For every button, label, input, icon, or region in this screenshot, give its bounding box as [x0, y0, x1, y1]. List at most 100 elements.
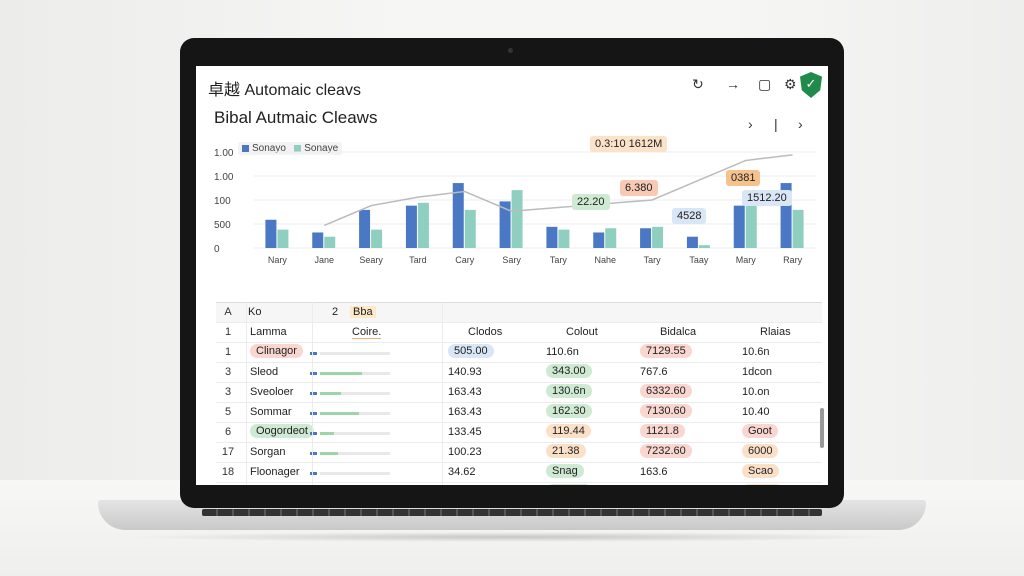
- bar-1: [546, 226, 558, 248]
- bar-chart: 1.00 1.00 100 500 0 Nary Jane Seary Tard Cary Sary…: [214, 148, 816, 265]
- row-name-cell[interactable]: Clinagor: [250, 344, 303, 358]
- laptop-shadow: [120, 532, 904, 542]
- header-cell[interactable]: A: [216, 306, 240, 318]
- bar-1: [686, 236, 698, 248]
- row-name-cell[interactable]: Sleod: [250, 366, 278, 378]
- value-cell[interactable]: 119.44: [546, 424, 591, 438]
- value-cell[interactable]: Goot: [742, 424, 778, 438]
- value-cell[interactable]: 505.00: [448, 344, 494, 358]
- value-cell[interactable]: 6000: [742, 444, 779, 458]
- x-tick-label: Cary: [455, 255, 475, 265]
- row-number: 3: [224, 366, 232, 378]
- header-cell[interactable]: Bba: [350, 306, 376, 318]
- row-name-cell[interactable]: Floonager: [250, 466, 300, 478]
- col-header[interactable]: Coire.: [352, 326, 382, 339]
- header-cell[interactable]: 2: [332, 306, 338, 318]
- value-cell[interactable]: 1dcon: [742, 366, 772, 378]
- scrollbar[interactable]: [820, 408, 824, 448]
- arrow-right-icon[interactable]: →: [726, 76, 740, 92]
- value-cell[interactable]: 163.43: [448, 386, 482, 398]
- bar-2: [605, 228, 617, 248]
- shield-check-icon[interactable]: ✓: [800, 72, 822, 98]
- table-row[interactable]: 1 Clinagor 505.00 110.6n 7129.55 10.6n: [216, 343, 822, 363]
- bar-1: [405, 205, 417, 248]
- chart-area: Sonayo Sonaye 1.00 1.00 100 500 0 Nary Jane Sea…: [196, 136, 828, 268]
- value-cell[interactable]: 10.6n: [742, 346, 770, 358]
- col-header[interactable]: 1: [216, 326, 240, 338]
- col-header[interactable]: Colout: [566, 326, 598, 338]
- chevron-right-icon[interactable]: ›: [748, 116, 753, 132]
- col-divider: [312, 302, 313, 485]
- value-cell[interactable]: 110.6n: [546, 346, 579, 358]
- value-cell[interactable]: 343.00: [546, 364, 592, 378]
- value-cell[interactable]: 130.6n: [546, 384, 592, 398]
- value-cell[interactable]: 163.6: [640, 466, 668, 478]
- bar-1: [733, 205, 745, 248]
- row-name-cell[interactable]: Sommar: [250, 406, 292, 418]
- value-cell[interactable]: 6332.60: [640, 384, 692, 398]
- progress-track: [320, 412, 390, 415]
- value-cell[interactable]: 7130.60: [640, 404, 692, 418]
- copy-icon[interactable]: ▢: [758, 76, 771, 93]
- x-tick-label: Mary: [736, 255, 756, 265]
- bar-2: [464, 209, 476, 248]
- progress-fill: [320, 392, 341, 395]
- col-header[interactable]: Rlaias: [760, 326, 791, 338]
- value-cell[interactable]: 100.23: [448, 446, 482, 458]
- value-cell[interactable]: Scao: [742, 464, 780, 478]
- value-cell[interactable]: 7232.60: [640, 444, 692, 458]
- x-tick-label: Seary: [359, 255, 383, 265]
- value-cell[interactable]: 10.40: [742, 406, 770, 418]
- row-number: 5: [224, 406, 232, 418]
- table-row[interactable]: 6 Oogordeot 133.45 119.44 1121.8 Goot: [216, 423, 822, 443]
- value-cell[interactable]: 767.6: [640, 366, 668, 378]
- table-row[interactable]: 3 Sveoloer 163.43 130.6n 6332.60 10.on: [216, 383, 822, 403]
- row-name-cell[interactable]: Oogordeot: [250, 424, 314, 438]
- y-tick-label: 500: [214, 220, 231, 231]
- y-tick-label: 0: [214, 244, 220, 255]
- table-row[interactable]: 17Pering130.43602.20314.4Gcam: [216, 483, 822, 485]
- table-row[interactable]: 5 Sommar 163.43 162.30 7130.60 10.40: [216, 403, 822, 423]
- col-header[interactable]: Bidalca: [660, 326, 696, 338]
- bar-2: [417, 202, 429, 248]
- value-cell[interactable]: 7129.55: [640, 344, 692, 358]
- table-row[interactable]: 17 Sorgan 100.23 21.38 7232.60 6000: [216, 443, 822, 463]
- value-cell[interactable]: 1121.8: [640, 424, 685, 438]
- refresh-icon[interactable]: ↻: [692, 76, 704, 93]
- next-icon[interactable]: ›: [798, 116, 803, 132]
- keyboard-row: [202, 509, 822, 516]
- table-row[interactable]: 18 Floonager 34.62 Snag 163.6 Scao: [216, 463, 822, 483]
- x-tick-label: Taay: [689, 255, 709, 265]
- row-number: 18: [221, 466, 235, 478]
- callout-2: 6.380: [620, 180, 658, 196]
- value-cell[interactable]: 34.62: [448, 466, 476, 478]
- row-name-cell[interactable]: Sveoloer: [250, 386, 293, 398]
- callout-5: 4528: [672, 208, 707, 224]
- value-cell[interactable]: 21.38: [546, 444, 586, 458]
- progress-fill: [320, 432, 334, 435]
- bar-1: [593, 232, 605, 248]
- value-cell[interactable]: 140.93: [448, 366, 482, 378]
- value-cell[interactable]: 602.20: [546, 484, 592, 485]
- bar-2: [558, 229, 570, 248]
- progress-track: [320, 352, 390, 355]
- row-name-cell[interactable]: Sorgan: [250, 446, 285, 458]
- col-divider: [246, 302, 247, 485]
- callout-1: 0.3:10 1612M: [590, 136, 668, 152]
- value-cell[interactable]: 163.43: [448, 406, 482, 418]
- value-cell[interactable]: Gcam: [742, 484, 784, 485]
- x-tick-label: Nary: [268, 255, 288, 265]
- progress-fill: [320, 372, 362, 375]
- value-cell[interactable]: 10.on: [742, 386, 770, 398]
- col-header[interactable]: Clodos: [468, 326, 502, 338]
- settings-icon[interactable]: ⚙: [784, 76, 797, 93]
- value-cell[interactable]: 162.30: [546, 404, 592, 418]
- header-row: A Ko 2 Bba: [216, 303, 822, 323]
- header-cell[interactable]: Ko: [248, 306, 261, 318]
- value-cell[interactable]: 133.45: [448, 426, 482, 438]
- col-header[interactable]: Lamma: [250, 326, 287, 338]
- row-number: 3: [224, 386, 232, 398]
- progress-fill: [320, 412, 359, 415]
- table-row[interactable]: 3 Sleod 140.93 343.00 767.6 1dcon: [216, 363, 822, 383]
- value-cell[interactable]: Snag: [546, 464, 584, 478]
